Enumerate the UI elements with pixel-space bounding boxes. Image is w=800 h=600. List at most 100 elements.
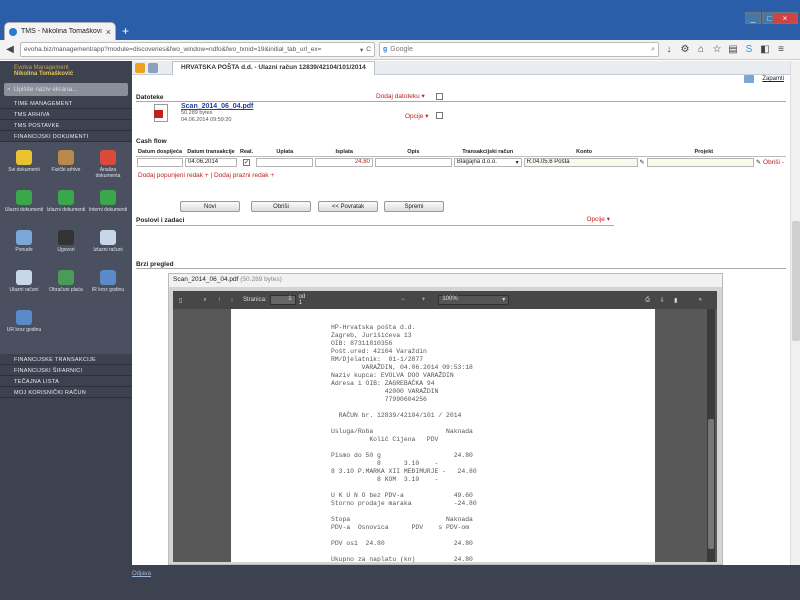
search-icon[interactable]: ⌕ [203, 297, 217, 304]
pencil-icon[interactable]: ✎ [756, 159, 761, 166]
sidebar-section-2[interactable]: TMS POSTAVKE [0, 120, 132, 131]
receipt-line [331, 444, 477, 452]
screen-search-input[interactable]: ⌕ Upišite naziv ekrana... [4, 83, 128, 96]
add-empty-row-link[interactable]: Dodaj prazni redak + [214, 172, 274, 179]
next-page-icon[interactable]: ↓ [230, 297, 243, 303]
sidebar-section-bottom-3[interactable]: MOJ KORISNIČKI RAČUN [0, 387, 132, 398]
sidebar-shortcut-3[interactable]: Ulazni dokumenti [4, 190, 44, 226]
zapamti-link[interactable]: Zapamti [762, 76, 784, 82]
sidebar-section-bottom-2[interactable]: TEČAJNA LISTA [0, 376, 132, 387]
transakcijski-racun-select[interactable]: Blagajna d.o.o. ▾ [453, 158, 522, 167]
shortcut-icon [16, 230, 32, 245]
sidebar-shortcut-6[interactable]: Ponude [4, 230, 44, 266]
extension-icon[interactable]: ◧ [759, 44, 771, 55]
dropdown-icon[interactable]: ▾ [360, 46, 363, 54]
delete-row-link[interactable]: Obriši - [763, 159, 784, 166]
sidebar-shortcut-9[interactable]: Ulazni računi [4, 270, 44, 306]
skype-icon[interactable]: S [743, 44, 755, 55]
sidebar-shortcut-0[interactable]: Svi dokumenti [4, 150, 44, 186]
print-icon[interactable]: ⎙ [645, 297, 659, 304]
file-options-dropdown[interactable]: Opcije ▾ [405, 112, 429, 120]
home-icon[interactable] [148, 62, 158, 73]
reload-icon[interactable]: C [366, 46, 371, 53]
back-icon[interactable]: ◀ [4, 44, 16, 55]
receipt-line [331, 420, 477, 428]
sidebar-shortcut-8[interactable]: Izlazni računi [88, 230, 128, 266]
search-icon[interactable]: ⌕ [651, 46, 655, 54]
col-konto: Konto [522, 148, 646, 157]
bookmark-star-icon[interactable]: ☆ [711, 44, 723, 55]
zoom-in-icon[interactable]: + [422, 297, 435, 303]
sidebar-shortcut-10[interactable]: Obračuni plaća [46, 270, 86, 306]
logout-link[interactable]: Odjava [132, 571, 151, 577]
menu-icon[interactable]: ≡ [775, 44, 787, 55]
sidebar-section-bottom-1[interactable]: FINANCIJSKI ŠIFARNICI [0, 365, 132, 376]
realized-checkbox[interactable]: ✓ [243, 158, 251, 166]
receipt-line [331, 548, 477, 556]
save-button[interactable]: Spremi [384, 201, 444, 212]
select-all-files-checkbox[interactable] [436, 93, 443, 100]
close-window-button[interactable]: × [772, 12, 798, 24]
addon-icon[interactable]: ⚙ [679, 44, 691, 55]
sidebar-shortcut-11[interactable]: IR kroz godinu [88, 270, 128, 306]
previous-page-icon[interactable]: ↑ [218, 297, 231, 303]
pdf-canvas[interactable]: HP-Hrvatska pošta d.d. Zagreb, Jurišićeva… [173, 309, 717, 562]
screen-search-placeholder: Upišite naziv ekrana... [13, 86, 78, 93]
minimize-button[interactable]: _ [745, 12, 761, 24]
scrollbar-thumb[interactable] [792, 221, 800, 341]
shortcut-label: Obračuni plaća [49, 287, 83, 293]
sidebar-shortcut-5[interactable]: Interni dokumenti [88, 190, 128, 226]
receipt-text: HP-Hrvatska pošta d.d. Zagreb, Jurišićeva… [331, 324, 477, 562]
shortcut-label: Analiza dokumenta [95, 167, 121, 179]
sidebar-shortcut-4[interactable]: Izlazni dokumenti [46, 190, 86, 226]
delete-button[interactable]: Obriši [251, 201, 311, 212]
cashflow-header-row: Datum dospijeća Datum transakcije Real. … [136, 148, 786, 157]
menu-toggle-icon[interactable] [135, 62, 145, 73]
bookmarks-icon[interactable]: ▤ [727, 44, 739, 55]
save-settings-icon[interactable] [744, 75, 754, 83]
file-link[interactable]: Scan_2014_06_04.pdf [181, 103, 253, 110]
add-file-link[interactable]: Dodaj datoteku ▾ [376, 92, 425, 100]
address-bar[interactable]: evoha.biz/management/app?module=discover… [20, 42, 375, 57]
browser-tab[interactable]: TMS - Nikolina Tomašković × [4, 22, 116, 40]
sidebar-section-3[interactable]: FINANCIJSKI DOKUMENTI [0, 131, 132, 142]
new-tab-button[interactable]: + [122, 24, 129, 38]
back-button[interactable]: << Povratak [318, 201, 378, 212]
poslovi-options-dropdown[interactable]: Opcije ▾ [587, 215, 611, 223]
datum-dospijeca-input[interactable] [137, 158, 184, 167]
zoom-out-icon[interactable]: − [401, 297, 414, 303]
isplata-input[interactable]: 24,80 [315, 158, 373, 167]
sidebar-shortcut-1[interactable]: Fizički arhive [46, 150, 86, 186]
pdf-scrollbar[interactable] [707, 309, 715, 562]
pencil-icon[interactable]: ✎ [640, 159, 645, 166]
tab-close-icon[interactable]: × [106, 27, 111, 37]
home-icon[interactable]: ⌂ [695, 44, 707, 55]
sidebar-shortcut-2[interactable]: Analiza dokumenta [88, 150, 128, 186]
file-checkbox[interactable] [436, 112, 443, 119]
sidebar-section-1[interactable]: TMS ARHIVA [0, 109, 132, 120]
page-scrollbar[interactable] [790, 61, 800, 565]
uplata-input[interactable] [256, 158, 314, 167]
sidebar-toggle-icon[interactable]: ▯ [179, 297, 193, 304]
file-info: Scan_2014_06_04.pdf 50.289 bytes 04.06.2… [181, 103, 253, 124]
zoom-select[interactable]: 100% ▾ [438, 295, 510, 305]
sidebar-shortcut-7[interactable]: Ugovori [46, 230, 86, 266]
download-icon[interactable]: ↓ [663, 44, 675, 55]
bookmark-icon[interactable]: ▮ [674, 297, 688, 304]
konto-input[interactable]: R.04.05.6 Pošta [523, 158, 638, 167]
new-button[interactable]: Novi [180, 201, 240, 212]
sidebar-shortcut-12[interactable]: UR kroz godinu [4, 310, 44, 346]
add-filled-row-link[interactable]: Dodaj popunjeni redak + [138, 172, 209, 179]
page-input[interactable]: 1 [269, 295, 296, 305]
sidebar-section-0[interactable]: TIME MANAGEMENT [0, 98, 132, 109]
shortcut-icon [58, 230, 74, 245]
datum-transakcije-input[interactable]: 04.06.2014 [185, 158, 237, 167]
projekt-input[interactable] [646, 158, 754, 167]
more-tools-icon[interactable]: » [698, 297, 711, 303]
document-tab[interactable]: HRVATSKA POŠTA d.d. - Ulazni račun 12839… [172, 60, 375, 75]
shortcut-label: Ugovori [57, 247, 75, 253]
opis-input[interactable] [374, 158, 452, 167]
search-bar[interactable]: g Google ⌕ [379, 42, 659, 57]
sidebar-section-bottom-0[interactable]: FINANCIJSKE TRANSAKCIJE [0, 354, 132, 365]
download-icon[interactable]: ⇩ [660, 297, 674, 304]
